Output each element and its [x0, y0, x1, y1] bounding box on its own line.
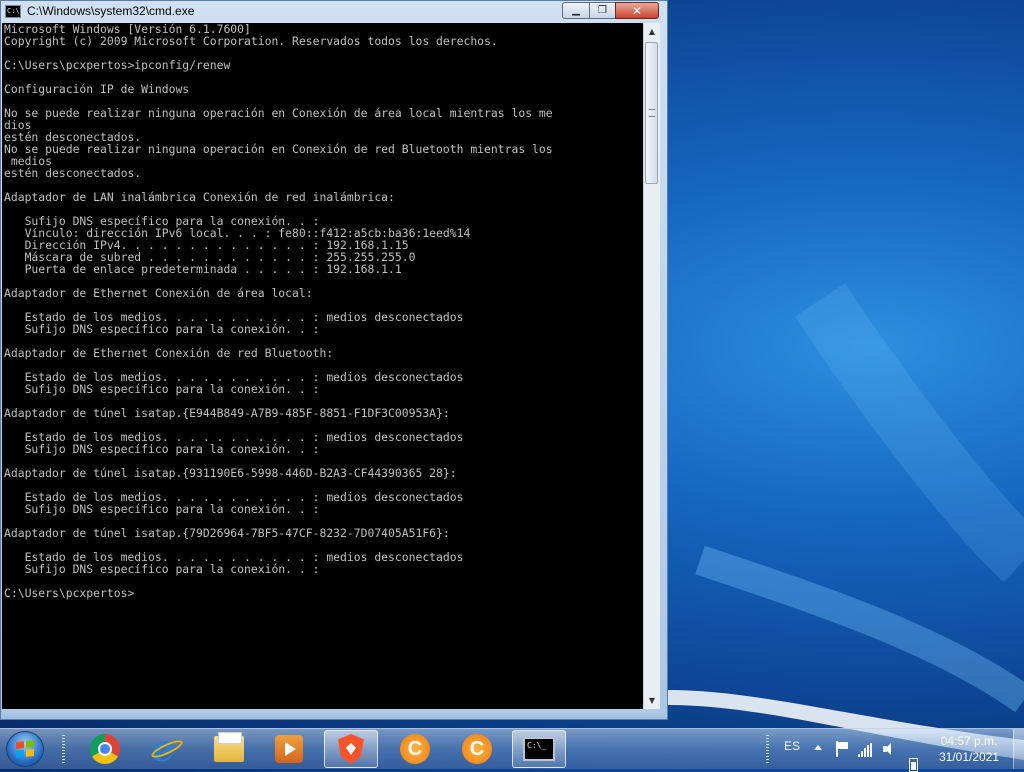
minimize-button[interactable]: ▁ [562, 2, 590, 19]
file-explorer-icon [214, 732, 244, 762]
start-button[interactable] [6, 731, 44, 767]
title-bar[interactable]: C:\ C:\Windows\system32\cmd.exe ▁ ❐ ✕ [1, 1, 667, 23]
taskbar-app-file-explorer[interactable] [202, 730, 256, 768]
console-text: Microsoft Windows [Versión 6.1.7600] Cop… [4, 23, 553, 600]
scroll-down-arrow-icon[interactable]: ▼ [644, 692, 660, 709]
ccleaner-icon: C [400, 734, 430, 764]
vertical-scrollbar[interactable]: ▲ ▼ [643, 23, 660, 709]
taskbar-app-media-player[interactable] [262, 730, 316, 768]
battery-icon[interactable] [909, 758, 918, 772]
cmd-icon: C:\_ [523, 737, 555, 761]
maximize-button[interactable]: ❐ [589, 2, 616, 19]
internet-explorer-icon: e [149, 728, 185, 770]
taskbar-app-brave[interactable] [324, 730, 378, 768]
console-output[interactable]: Microsoft Windows [Versión 6.1.7600] Cop… [2, 23, 643, 709]
scroll-up-arrow-icon[interactable]: ▲ [644, 23, 660, 40]
clock-date[interactable]: 31/01/2021 [928, 750, 1010, 764]
taskbar-app-ccleaner[interactable]: C [388, 730, 442, 768]
action-center-flag-icon[interactable] [836, 741, 854, 757]
taskbar: e C C C:\_ ES 04:57 p.m. 31/01/2021 [0, 728, 1024, 772]
taskbar-app-internet-explorer[interactable]: e [140, 728, 194, 770]
taskbar-app-cmd[interactable]: C:\_ [512, 730, 566, 768]
window-title: C:\Windows\system32\cmd.exe [27, 4, 195, 18]
cmd-icon: C:\ [5, 5, 21, 18]
window-bottom-border[interactable] [2, 709, 666, 719]
cmd-window[interactable]: C:\ C:\Windows\system32\cmd.exe ▁ ❐ ✕ Mi… [0, 0, 668, 720]
taskbar-app-ccleaner-2[interactable]: C [450, 730, 504, 768]
language-indicator[interactable]: ES [784, 739, 800, 753]
close-button[interactable]: ✕ [615, 2, 659, 19]
tray-separator [766, 735, 769, 763]
chrome-icon [90, 734, 120, 764]
show-desktop-button[interactable] [1013, 729, 1024, 769]
taskbar-app-chrome[interactable] [78, 730, 132, 768]
show-hidden-icons-icon[interactable] [814, 745, 822, 750]
media-player-icon [275, 735, 303, 763]
taskbar-separator [62, 735, 65, 763]
brave-icon [338, 734, 364, 764]
clock-time[interactable]: 04:57 p.m. [928, 734, 1010, 748]
scrollbar-thumb[interactable] [645, 42, 658, 184]
volume-icon[interactable] [882, 741, 898, 757]
network-signal-icon[interactable] [858, 741, 874, 757]
windows-logo-icon [16, 740, 34, 758]
ccleaner-icon-2: C [462, 734, 492, 764]
